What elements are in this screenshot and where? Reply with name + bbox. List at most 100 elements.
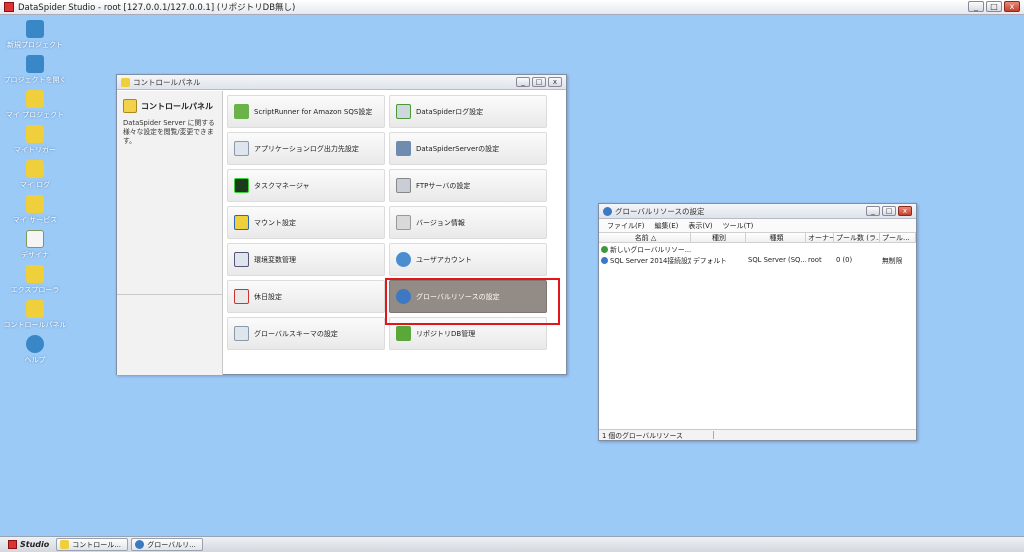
- cell-type: デフォルト: [693, 256, 727, 265]
- tile-label: ScriptRunner for Amazon SQS設定: [254, 107, 373, 116]
- tile-sqs-settings[interactable]: ScriptRunner for Amazon SQS設定: [227, 95, 385, 128]
- desktop-item-label: エクスプローラ: [10, 286, 60, 294]
- holiday-icon: [234, 289, 249, 304]
- tile-task-manager[interactable]: タスクマネージャ: [227, 169, 385, 202]
- desktop-item-my-trigger[interactable]: マイトリガー: [0, 125, 70, 155]
- new-resource-icon: [601, 245, 608, 253]
- cell-pool2: 無制限: [882, 256, 903, 265]
- tile-label: 環境変数管理: [254, 255, 296, 264]
- menu-bar: ファイル(F) 編集(E) 表示(V) ツール(T): [599, 219, 916, 232]
- cp-minimize-button[interactable]: _: [516, 77, 530, 87]
- table-row[interactable]: 新しいグローバルリソー...: [599, 243, 916, 254]
- tile-label: マウント設定: [254, 218, 296, 227]
- tile-label: ユーザアカウント: [416, 255, 472, 264]
- desktop-item-my-project[interactable]: マイ プロジェクト: [0, 90, 70, 120]
- explorer-icon: [26, 265, 44, 283]
- tile-app-log[interactable]: アプリケーションログ出力先設定: [227, 132, 385, 165]
- menu-edit[interactable]: 編集(E): [655, 221, 679, 231]
- desktop-item-label: コントロールパネル: [3, 321, 67, 329]
- control-panel-icon: [60, 540, 70, 549]
- start-label: Studio: [20, 540, 50, 549]
- tile-label: タスクマネージャ: [254, 181, 310, 190]
- gr-minimize-button[interactable]: _: [866, 206, 880, 216]
- column-header-pool2[interactable]: プール...: [880, 233, 916, 242]
- designer-icon: [26, 230, 44, 248]
- tile-label: DataSpiderServerの設定: [416, 144, 500, 153]
- status-text: 1 個のグローバルリソース: [602, 432, 683, 440]
- taskbar: Studio コントロール... グローバルリ...: [0, 536, 1024, 552]
- table-row[interactable]: SQL Server 2014接続設定 デフォルト SQL Server (SQ…: [599, 254, 916, 265]
- sidebar-heading: コントロールパネル: [117, 91, 222, 117]
- task-label: コントロール...: [72, 540, 121, 549]
- help-icon: [26, 335, 44, 353]
- column-header-pool[interactable]: プール数 (ラ...: [834, 233, 880, 242]
- gr-maximize-button[interactable]: □: [882, 206, 896, 216]
- task-global-resources[interactable]: グローバルリ...: [131, 538, 204, 551]
- app-titlebar: DataSpider Studio - root [127.0.0.1/127.…: [0, 0, 1024, 15]
- my-service-icon: [26, 195, 44, 213]
- tile-holiday-settings[interactable]: 休日設定: [227, 280, 385, 313]
- gr-close-button[interactable]: x: [898, 206, 912, 216]
- desktop-item-explorer[interactable]: エクスプローラ: [0, 265, 70, 295]
- desktop-item-label: マイ ログ: [19, 181, 51, 189]
- desktop-item-label: プロジェクトを開く: [3, 76, 67, 84]
- desktop-item-control-panel[interactable]: コントロールパネル: [0, 300, 70, 330]
- table-header: 名前 △ 種別 種類 オーナー プール数 (ラ... プール...: [599, 232, 916, 243]
- desktop-item-open-project[interactable]: プロジェクトを開く: [0, 55, 70, 85]
- new-project-icon: [26, 20, 44, 38]
- tile-mount-settings[interactable]: マウント設定: [227, 206, 385, 239]
- ftp-icon: [396, 178, 411, 193]
- global-resource-icon: [603, 206, 612, 216]
- tile-env-vars[interactable]: 環境変数管理: [227, 243, 385, 276]
- cp-maximize-button[interactable]: □: [532, 77, 546, 87]
- tile-ftp-settings[interactable]: FTPサーバの設定: [389, 169, 547, 202]
- control-panel-window: コントロールパネル _ □ x コントロールパネル DataSpider Ser…: [116, 74, 567, 375]
- column-header-name[interactable]: 名前 △: [599, 233, 691, 242]
- cell-kind: SQL Server (SQ...: [748, 255, 806, 264]
- cell-name: 新しいグローバルリソー...: [599, 244, 691, 254]
- desktop-item-new-project[interactable]: 新規プロジェクト: [0, 20, 70, 50]
- menu-tools[interactable]: ツール(T): [723, 221, 754, 231]
- global-resources-title: グローバルリソースの設定: [615, 206, 705, 216]
- column-header-owner[interactable]: オーナー: [806, 233, 834, 242]
- global-resources-titlebar[interactable]: グローバルリソースの設定 _ □ x: [599, 204, 916, 219]
- tile-user-account[interactable]: ユーザアカウント: [389, 243, 547, 276]
- tile-version-info[interactable]: バージョン情報: [389, 206, 547, 239]
- sidebar-divider: [117, 294, 223, 295]
- desktop-item-my-service[interactable]: マイ サービス: [0, 195, 70, 225]
- app-logo-icon: [4, 2, 14, 12]
- app-title: DataSpider Studio - root [127.0.0.1/127.…: [18, 3, 296, 13]
- control-panel-title: コントロールパネル: [133, 77, 201, 87]
- control-panel-titlebar[interactable]: コントロールパネル _ □ x: [117, 75, 566, 90]
- sidebar-title: コントロールパネル: [141, 101, 213, 111]
- desktop-item-help[interactable]: ヘルプ: [0, 335, 70, 365]
- my-project-icon: [26, 90, 44, 108]
- env-var-icon: [234, 252, 249, 267]
- tile-label: FTPサーバの設定: [416, 181, 471, 190]
- control-panel-sidebar: コントロールパネル DataSpider Server に関する様々な設定を閲覧…: [117, 91, 223, 375]
- menu-file[interactable]: ファイル(F): [607, 221, 645, 231]
- minimize-button[interactable]: _: [968, 1, 984, 12]
- tile-label: リポジトリDB管理: [416, 329, 476, 338]
- app-logo-icon: [8, 540, 17, 549]
- app-log-icon: [234, 141, 249, 156]
- global-resources-window: グローバルリソースの設定 _ □ x ファイル(F) 編集(E) 表示(V) ツ…: [598, 203, 917, 441]
- desktop-item-my-log[interactable]: マイ ログ: [0, 160, 70, 190]
- row-name-text: SQL Server 2014接続設定: [610, 256, 691, 265]
- tile-label: 休日設定: [254, 292, 282, 301]
- tile-log-settings[interactable]: DataSpiderログ設定: [389, 95, 547, 128]
- task-control-panel[interactable]: コントロール...: [56, 538, 129, 551]
- menu-view[interactable]: 表示(V): [688, 221, 712, 231]
- desktop-item-label: 新規プロジェクト: [7, 41, 63, 49]
- tile-global-schema[interactable]: グローバルスキーマの設定: [227, 317, 385, 350]
- my-trigger-icon: [26, 125, 44, 143]
- close-button[interactable]: x: [1004, 1, 1020, 12]
- column-header-type[interactable]: 種別: [691, 233, 746, 242]
- studio-start-button[interactable]: Studio: [4, 540, 53, 549]
- desktop-item-designer[interactable]: デザイナ: [0, 230, 70, 260]
- maximize-button[interactable]: □: [986, 1, 1002, 12]
- cp-close-button[interactable]: x: [548, 77, 562, 87]
- tile-server-settings[interactable]: DataSpiderServerの設定: [389, 132, 547, 165]
- column-header-kind[interactable]: 種類: [746, 233, 806, 242]
- log-settings-icon: [396, 104, 411, 119]
